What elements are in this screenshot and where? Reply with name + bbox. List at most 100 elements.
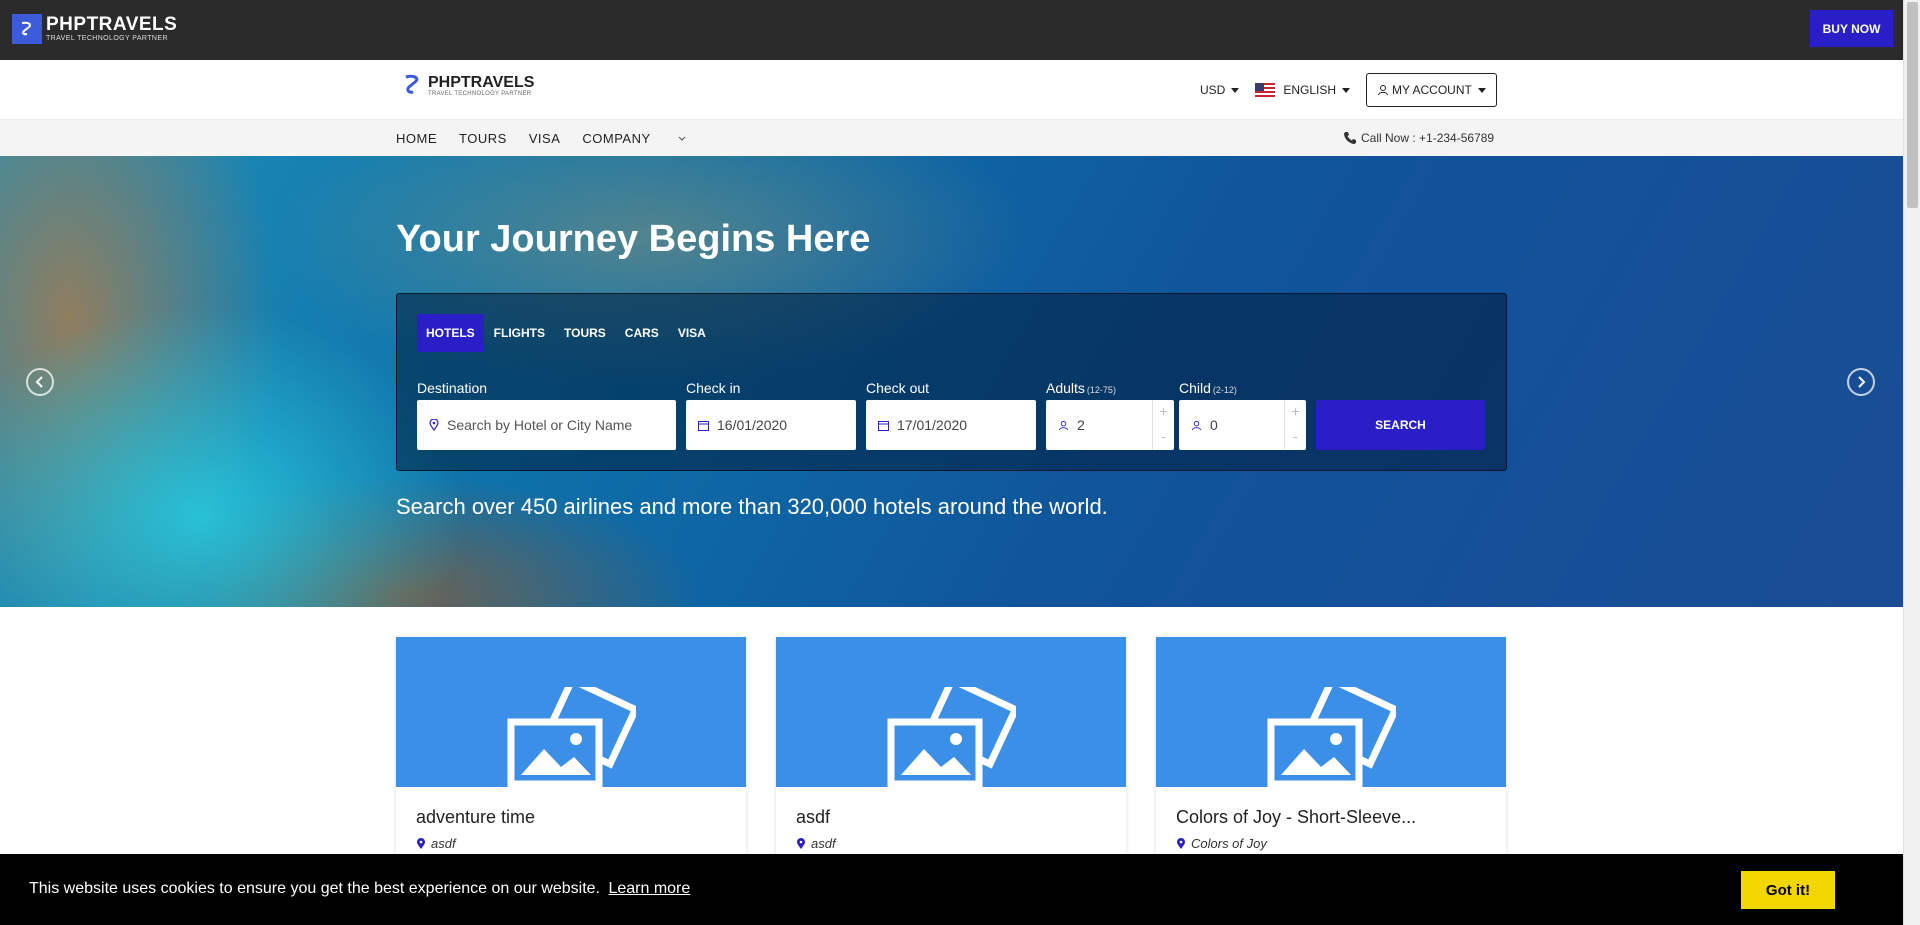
child-label: Child (2-12) xyxy=(1179,380,1237,396)
brand-tagline: TRAVEL TECHNOLOGY PARTNER xyxy=(46,34,168,42)
child-value: 0 xyxy=(1210,417,1218,433)
card-location-text: asdf xyxy=(431,836,456,851)
child-label-text: Child xyxy=(1179,380,1211,396)
nav-visa[interactable]: VISA xyxy=(529,131,561,146)
card-title: adventure time xyxy=(416,807,536,827)
top-brand-logo[interactable]: PHPTRAVELS TRAVEL TECHNOLOGY PARTNER xyxy=(12,14,177,44)
child-range: (2-12) xyxy=(1212,385,1237,395)
adults-label: Adults (12-75) xyxy=(1046,380,1116,396)
nav-company-label: COMPANY xyxy=(582,131,651,146)
hero-banner: Your Journey Begins Here HOTELS FLIGHTS … xyxy=(0,156,1903,607)
destination-input[interactable]: Search by Hotel or City Name xyxy=(417,400,676,450)
learn-more-link[interactable]: Learn more xyxy=(608,880,690,897)
buy-now-button[interactable]: BUY NOW xyxy=(1810,10,1893,47)
language-dropdown[interactable]: ENGLISH xyxy=(1255,83,1351,97)
brand-logo-icon xyxy=(12,14,42,44)
hero-title: Your Journey Begins Here xyxy=(396,218,871,260)
tab-hotels[interactable]: HOTELS xyxy=(417,314,484,352)
adults-decrement-button[interactable]: - xyxy=(1153,425,1174,450)
destination-label: Destination xyxy=(417,380,488,396)
nav-home[interactable]: HOME xyxy=(396,131,437,146)
checkin-value: 16/01/2020 xyxy=(717,417,788,433)
hero-subtitle: Search over 450 airlines and more than 3… xyxy=(396,494,1108,519)
top-bar: PHPTRAVELS TRAVEL TECHNOLOGY PARTNER BUY… xyxy=(0,0,1903,60)
child-stepper[interactable]: 0 + - xyxy=(1179,400,1306,450)
card-location: Colors of Joy xyxy=(1176,836,1267,851)
card-title: asdf xyxy=(796,807,831,827)
language-label: ENGLISH xyxy=(1283,83,1337,97)
checkout-value: 17/01/2020 xyxy=(897,417,968,433)
chevron-right-icon xyxy=(1858,376,1866,388)
cookie-banner: This website uses cookies to ensure you … xyxy=(0,854,1903,925)
page-scrollbar[interactable] xyxy=(1903,0,1920,925)
got-it-button[interactable]: Got it! xyxy=(1741,871,1835,909)
map-pin-icon xyxy=(429,419,439,431)
nav-company[interactable]: COMPANY xyxy=(582,131,686,146)
call-now: Call Now : +1-234-56789 xyxy=(1343,131,1494,145)
calendar-icon xyxy=(698,420,709,431)
us-flag-icon xyxy=(1255,83,1276,97)
user-icon xyxy=(1378,85,1389,96)
main-nav: HOME TOURS VISA COMPANY Call Now : +1-23… xyxy=(0,120,1903,156)
my-account-label: MY ACCOUNT xyxy=(1392,83,1472,97)
card-location-text: asdf xyxy=(811,836,836,851)
chevron-down-icon xyxy=(678,136,686,141)
site-logo-name: PHPTRAVELS xyxy=(428,74,535,91)
chevron-down-icon xyxy=(1477,87,1486,93)
card-image-placeholder xyxy=(1156,637,1506,787)
image-placeholder-icon xyxy=(1267,687,1396,787)
adults-range: (12-75) xyxy=(1086,385,1116,395)
card-location-text: Colors of Joy xyxy=(1191,836,1267,851)
map-pin-icon xyxy=(1177,837,1185,849)
chevron-down-icon xyxy=(1231,87,1240,93)
site-logo-icon xyxy=(405,74,419,94)
checkout-label: Check out xyxy=(866,380,930,396)
my-account-dropdown[interactable]: MY ACCOUNT xyxy=(1366,73,1497,107)
search-tabs: HOTELS FLIGHTS TOURS CARS VISA xyxy=(417,314,716,352)
card-location: asdf xyxy=(796,836,836,851)
card-image-placeholder xyxy=(776,637,1126,787)
search-button[interactable]: SEARCH xyxy=(1316,400,1485,450)
adults-label-text: Adults xyxy=(1046,380,1085,396)
card-title: Colors of Joy - Short-Sleeve... xyxy=(1176,807,1417,827)
user-icon xyxy=(1058,420,1069,431)
card-image-placeholder xyxy=(396,637,746,787)
cookie-text: This website uses cookies to ensure you … xyxy=(29,880,600,897)
child-increment-button[interactable]: + xyxy=(1285,400,1306,425)
checkin-input[interactable]: 16/01/2020 xyxy=(686,400,856,450)
site-logo-tagline: TRAVEL TECHNOLOGY PARTNER xyxy=(428,91,532,97)
nav-tours[interactable]: TOURS xyxy=(459,131,507,146)
currency-dropdown[interactable]: USD xyxy=(1200,83,1240,97)
map-pin-icon xyxy=(417,837,425,849)
calendar-icon xyxy=(878,420,889,431)
card-location: asdf xyxy=(416,836,456,851)
scrollbar-thumb[interactable] xyxy=(1907,2,1918,208)
checkout-input[interactable]: 17/01/2020 xyxy=(866,400,1036,450)
adults-value: 2 xyxy=(1077,417,1085,433)
chevron-down-icon xyxy=(1342,87,1351,93)
tab-tours[interactable]: TOURS xyxy=(555,314,615,352)
adults-increment-button[interactable]: + xyxy=(1153,400,1174,425)
slider-next-button[interactable] xyxy=(1847,368,1875,396)
chevron-left-icon xyxy=(35,376,43,388)
destination-placeholder: Search by Hotel or City Name xyxy=(447,417,633,433)
image-placeholder-icon xyxy=(887,687,1016,787)
image-placeholder-icon xyxy=(507,687,636,787)
search-panel: HOTELS FLIGHTS TOURS CARS VISA Destinati… xyxy=(396,293,1507,471)
call-now-text: Call Now : +1-234-56789 xyxy=(1361,131,1495,145)
cookie-message: This website uses cookies to ensure you … xyxy=(29,880,690,898)
site-header: PHPTRAVELS TRAVEL TECHNOLOGY PARTNER USD… xyxy=(0,60,1903,120)
checkin-label: Check in xyxy=(686,380,741,396)
brand-name: PHPTRAVELS xyxy=(46,13,178,35)
site-logo[interactable]: PHPTRAVELS TRAVEL TECHNOLOGY PARTNER xyxy=(400,72,534,100)
tab-cars[interactable]: CARS xyxy=(616,314,668,352)
adults-stepper[interactable]: 2 + - xyxy=(1046,400,1174,450)
slider-prev-button[interactable] xyxy=(26,368,54,396)
user-icon xyxy=(1191,420,1202,431)
map-pin-icon xyxy=(797,837,805,849)
tab-flights[interactable]: FLIGHTS xyxy=(485,314,554,352)
child-decrement-button[interactable]: - xyxy=(1285,425,1306,450)
tab-visa[interactable]: VISA xyxy=(669,314,715,352)
currency-label: USD xyxy=(1200,83,1226,97)
phone-icon xyxy=(1344,132,1356,144)
